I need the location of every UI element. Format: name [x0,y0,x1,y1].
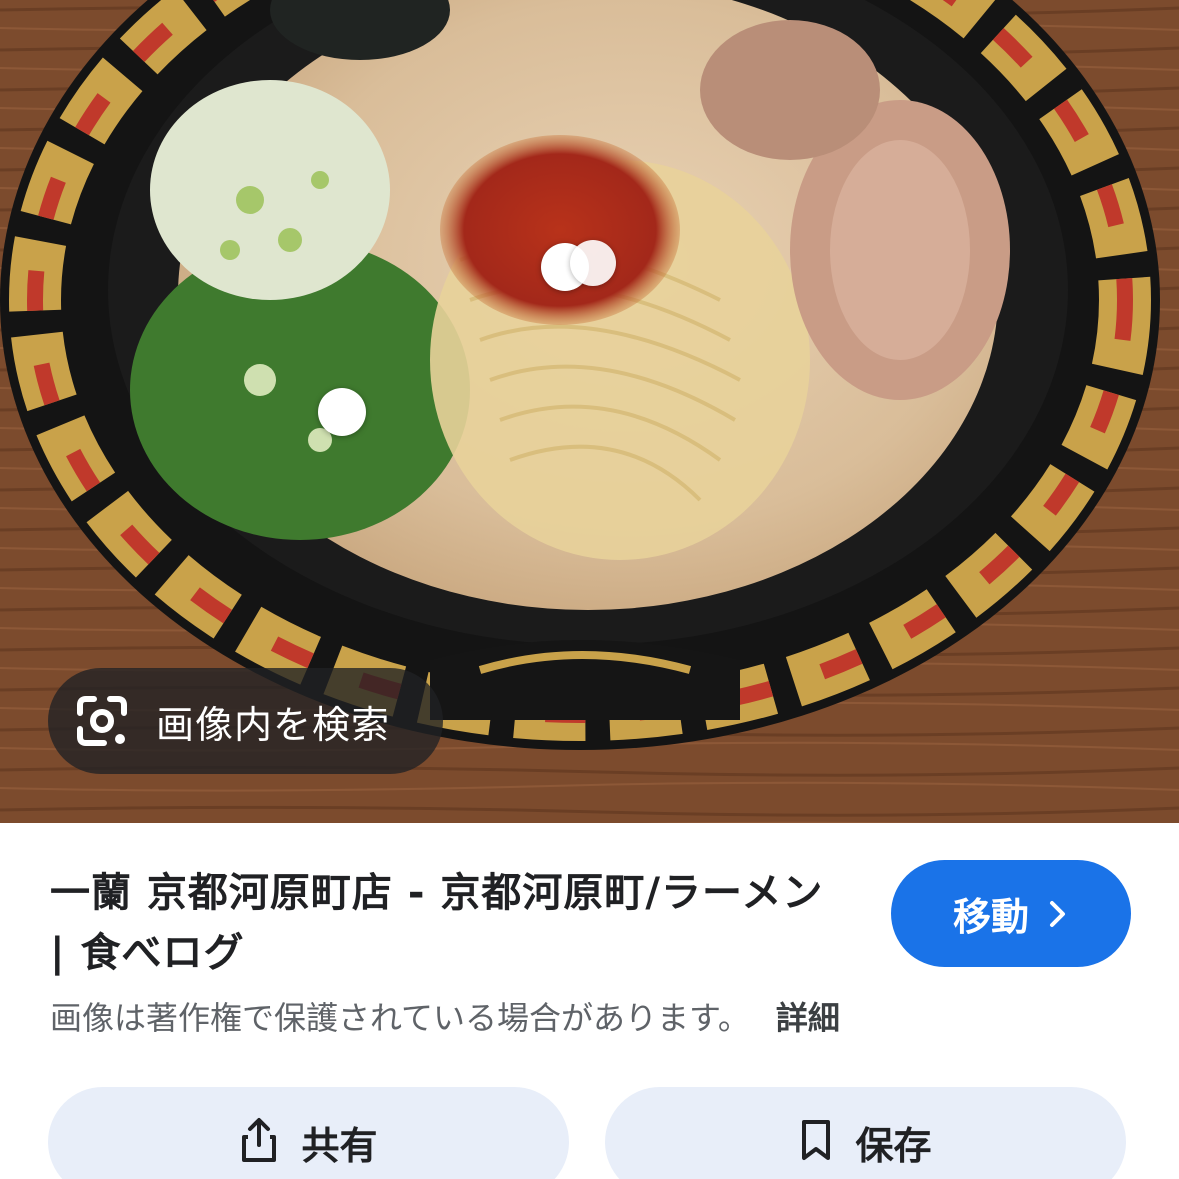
image-result-page: 画像内を検索 一蘭 京都河原町店 - 京都河原町/ラーメン | 食べログ 移動 … [0,0,1179,1179]
result-photo[interactable]: 画像内を検索 [0,0,1179,823]
share-button[interactable]: 共有 [48,1087,569,1179]
object-marker-dot[interactable] [570,240,616,286]
visit-button[interactable]: 移動 [891,860,1131,967]
result-title[interactable]: 一蘭 京都河原町店 - 京都河原町/ラーメン | 食べログ [50,863,850,983]
search-in-image-label: 画像内を検索 [156,702,391,747]
search-in-image-button[interactable]: 画像内を検索 [48,668,443,774]
save-button[interactable]: 保存 [605,1087,1126,1179]
share-icon [239,1117,279,1167]
google-lens-icon [74,693,130,749]
result-info-panel: 一蘭 京都河原町店 - 京都河原町/ラーメン | 食べログ 移動 画像は著作権で… [0,823,1179,1179]
visit-button-label: 移動 [952,895,1029,939]
object-marker-dot[interactable] [318,388,366,436]
copyright-text: 画像は著作権で保護されている場合があります。 [50,999,750,1037]
chevron-right-icon [1047,899,1069,929]
bookmark-icon [799,1118,833,1166]
details-link[interactable]: 詳細 [776,999,840,1037]
share-button-label: 共有 [301,1123,378,1168]
save-button-label: 保存 [855,1123,932,1168]
copyright-notice: 画像は著作権で保護されている場合があります。 詳細 [50,993,840,1039]
